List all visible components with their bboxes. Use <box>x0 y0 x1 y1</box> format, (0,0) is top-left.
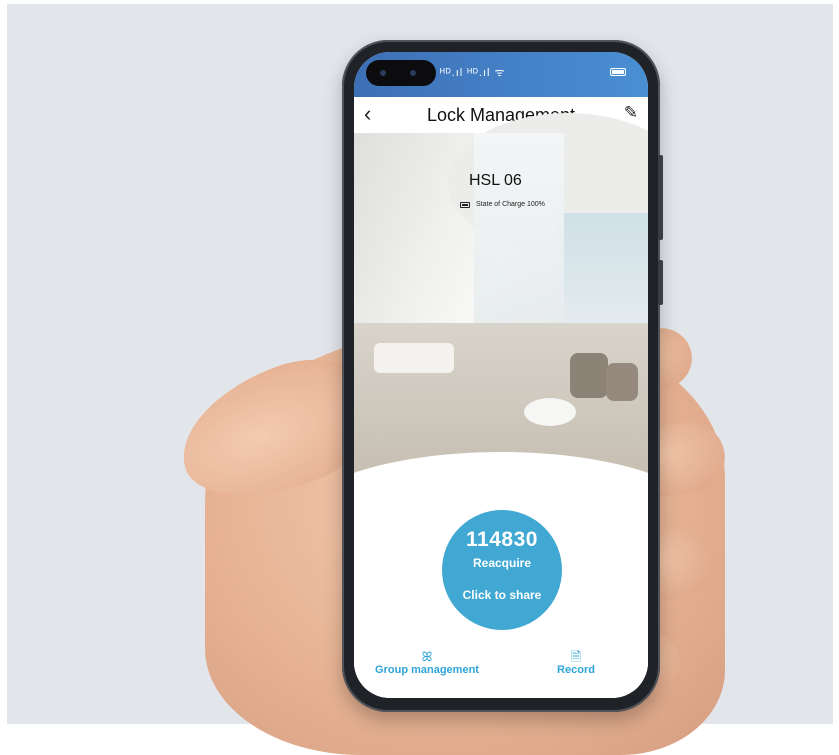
people-icon: ꕤ <box>421 649 433 664</box>
camera-cutout <box>366 60 436 86</box>
tab-group-management[interactable]: ꕤ Group management <box>372 649 482 677</box>
lock-name: HSL 06 <box>469 172 522 189</box>
tab-bar: ꕤ Group management 🗎 Record <box>354 642 648 698</box>
tab-label: Group management <box>375 664 479 676</box>
tab-label: Record <box>557 664 595 676</box>
phone-screen: ᴴᴰ.ıl ᴴᴰ.ıl ᯤ ‹ Lock Management ✎ HSL 06… <box>354 52 648 698</box>
edit-button[interactable]: ✎ <box>624 103 638 123</box>
document-icon: 🗎 <box>570 649 582 664</box>
power-button <box>658 260 663 305</box>
camera-lens <box>410 70 416 76</box>
status-bar: ᴴᴰ.ıl ᴴᴰ.ıl ᯤ <box>354 52 648 97</box>
camera-lens <box>380 70 386 76</box>
battery-icon <box>610 68 626 76</box>
tab-record[interactable]: 🗎 Record <box>546 649 606 677</box>
charge-status: State of Charge 100% <box>460 201 545 208</box>
click-to-share-label: Click to share <box>462 588 542 602</box>
share-code-button[interactable]: 114830 Reacquire Click to share <box>442 510 562 630</box>
volume-button <box>658 155 663 240</box>
reacquire-button[interactable]: Reacquire <box>442 556 562 570</box>
battery-icon <box>460 201 470 208</box>
signal-wifi-icon: ᴴᴰ.ıl ᴴᴰ.ıl ᯤ <box>440 67 506 79</box>
password-code: 114830 <box>466 528 538 551</box>
charge-text: State of Charge 100% <box>476 201 545 208</box>
